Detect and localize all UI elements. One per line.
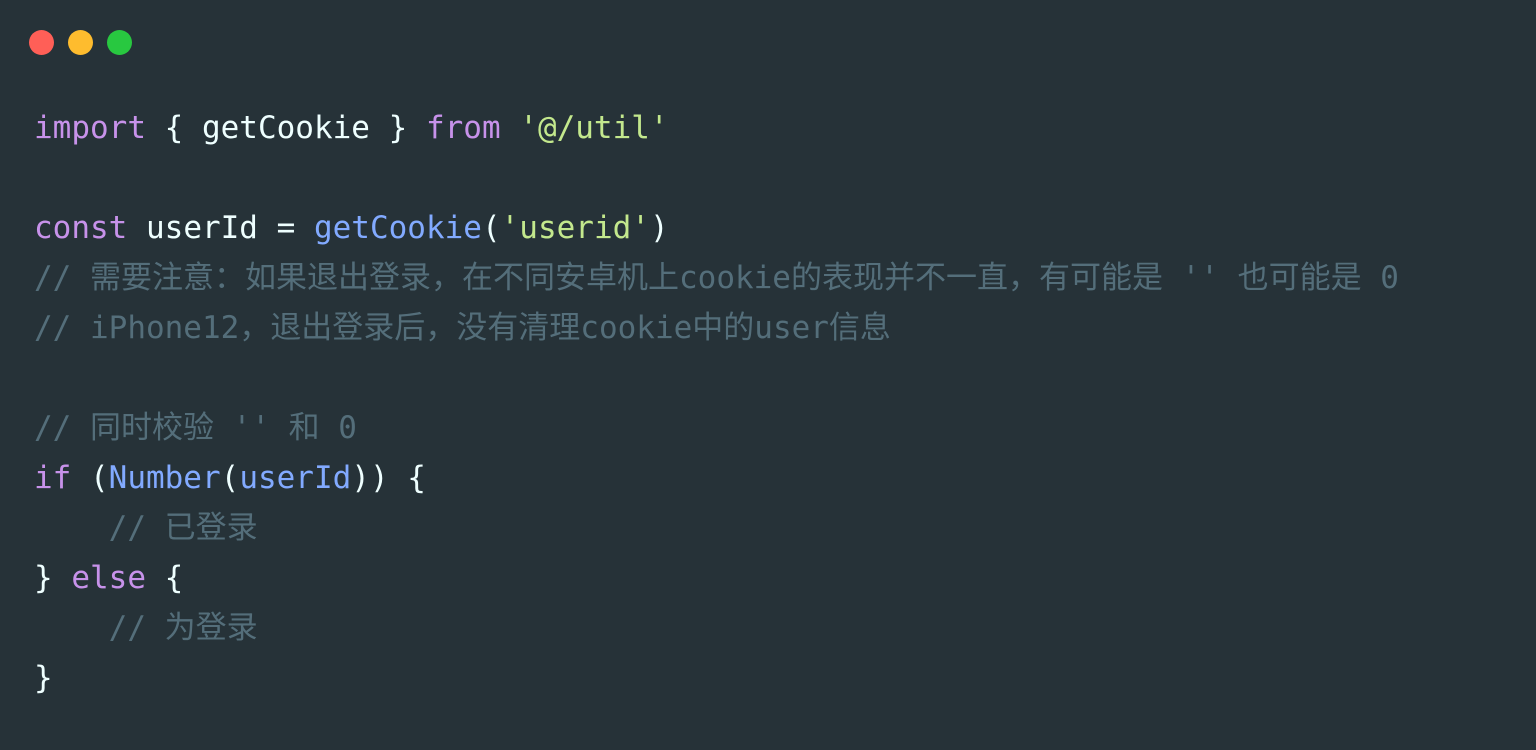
code-window: import { getCookie } from '@/util' const… xyxy=(0,0,1536,750)
code-token-keyword: import xyxy=(34,110,146,146)
code-line: import { getCookie } from '@/util' xyxy=(34,103,1399,153)
code-token-text: ( xyxy=(71,460,109,496)
code-line: } xyxy=(34,653,1399,703)
code-token-keyword: from xyxy=(425,110,501,146)
code-token-text: { getCookie } xyxy=(145,110,426,146)
code-token-text: { xyxy=(145,560,184,596)
code-token-text: ( xyxy=(220,460,240,496)
code-line: // iPhone12，退出登录后，没有清理cookie中的user信息 xyxy=(34,303,1399,353)
code-line: // 已登录 xyxy=(34,503,1399,553)
close-button[interactable] xyxy=(29,30,54,55)
code-token-string: 'userid' xyxy=(500,210,650,246)
code-token-string: '@/util' xyxy=(519,110,669,146)
code-line: } else { xyxy=(34,553,1399,603)
window-controls xyxy=(29,30,132,56)
code-token-comment: // 为登录 xyxy=(108,610,258,646)
code-token-text: )) { xyxy=(351,460,426,496)
code-line: const userId = getCookie('userid') xyxy=(34,203,1399,253)
code-token-text: } xyxy=(34,560,72,596)
code-line: // 需要注意：如果退出登录，在不同安卓机上cookie的表现并不一直，有可能是… xyxy=(34,253,1399,303)
code-token-function: userId xyxy=(239,460,352,496)
code-token-keyword: else xyxy=(71,560,146,596)
code-line: // 为登录 xyxy=(34,603,1399,653)
code-token-text: } xyxy=(34,660,53,696)
code-token-text: userId = xyxy=(127,210,314,246)
code-token-function: Number xyxy=(108,460,221,496)
minimize-button[interactable] xyxy=(68,30,93,55)
code-token-text: ( xyxy=(481,210,501,246)
code-token-comment: // 同时校验 '' 和 0 xyxy=(34,410,357,446)
code-token-comment: // iPhone12，退出登录后，没有清理cookie中的user信息 xyxy=(34,310,891,346)
code-line: // 同时校验 '' 和 0 xyxy=(34,403,1399,453)
code-token-text: ) xyxy=(649,210,669,246)
code-line: if (Number(userId)) { xyxy=(34,453,1399,503)
maximize-button[interactable] xyxy=(107,30,132,55)
code-token-comment: // 已登录 xyxy=(108,510,258,546)
code-token-function: getCookie xyxy=(313,210,482,246)
code-block: import { getCookie } from '@/util' const… xyxy=(34,103,1399,703)
code-token-keyword: if xyxy=(34,460,72,496)
code-token-keyword: const xyxy=(34,210,128,246)
code-token-comment: // 需要注意：如果退出登录，在不同安卓机上cookie的表现并不一直，有可能是… xyxy=(34,260,1399,296)
